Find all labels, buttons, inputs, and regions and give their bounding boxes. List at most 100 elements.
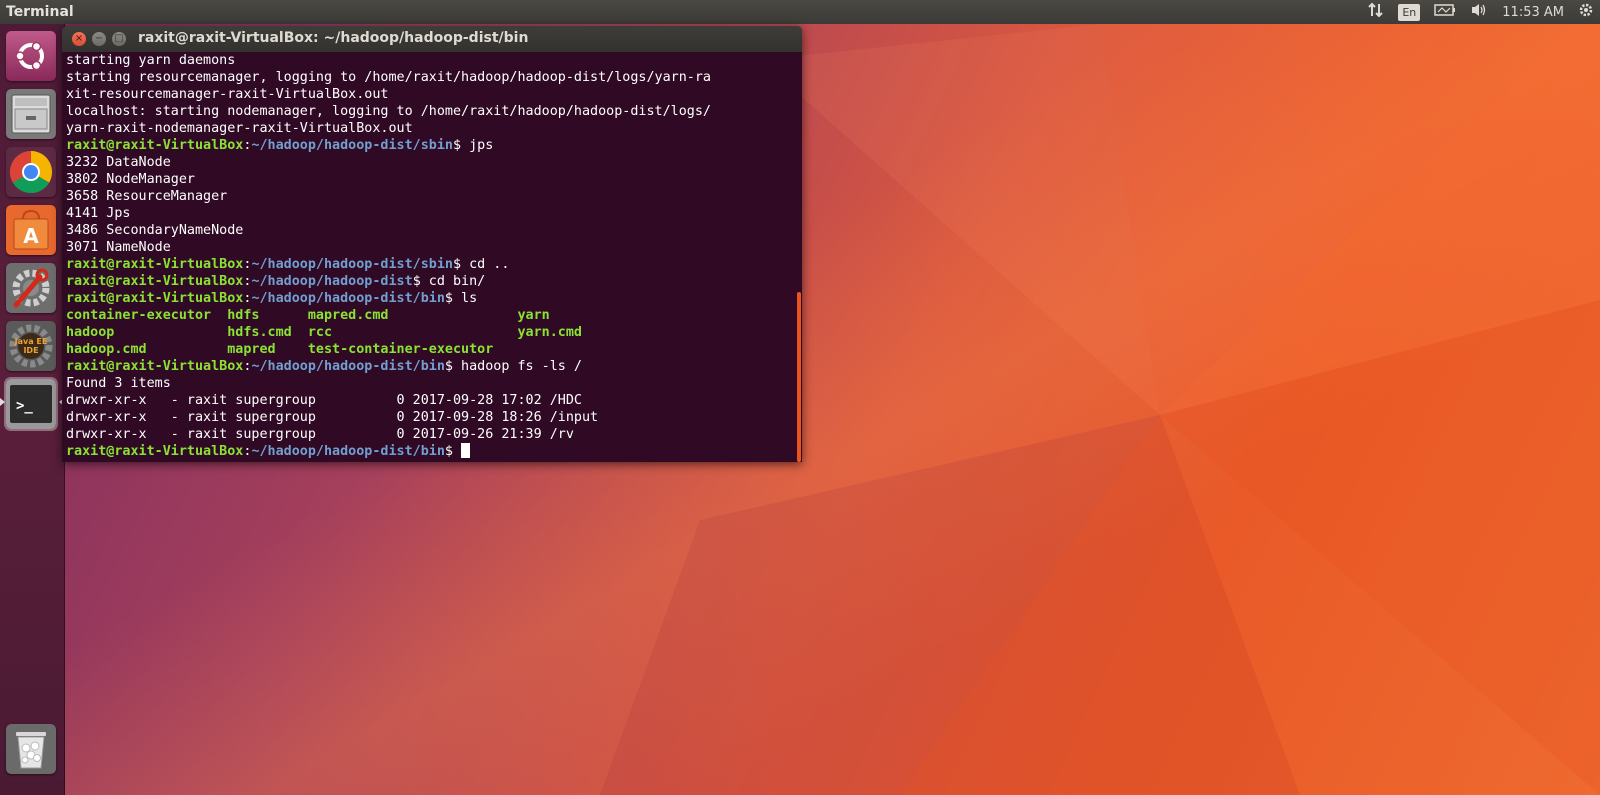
prompt-line: raxit@raxit-VirtualBox:~/hadoop/hadoop-d… bbox=[66, 273, 796, 290]
command-text: $ jps bbox=[452, 138, 494, 153]
terminal-titlebar[interactable]: × − □ raxit@raxit-VirtualBox: ~/hadoop/h… bbox=[62, 26, 802, 52]
command-text: $ cd bin/ bbox=[412, 274, 486, 289]
active-app-title: Terminal bbox=[6, 4, 74, 20]
line-text: 3232 DataNode bbox=[66, 155, 171, 170]
text-cursor bbox=[461, 443, 471, 458]
terminal-output[interactable]: starting yarn daemons starting resourcema… bbox=[66, 52, 796, 462]
output-line: 3658 ResourceManager bbox=[66, 188, 796, 205]
output-line: xit-resourcemanager-raxit-VirtualBox.out bbox=[66, 86, 796, 103]
terminal-window[interactable]: × − □ raxit@raxit-VirtualBox: ~/hadoop/h… bbox=[62, 26, 802, 462]
output-line: 3486 SecondaryNameNode bbox=[66, 222, 796, 239]
chrome-icon bbox=[6, 147, 56, 197]
line-text: container-executor hdfs mapred.cmd yarn bbox=[66, 308, 550, 323]
launcher-trash[interactable] bbox=[6, 724, 56, 774]
maximize-button[interactable]: □ bbox=[112, 32, 126, 46]
output-line: 3802 NodeManager bbox=[66, 171, 796, 188]
prompt-line: raxit@raxit-VirtualBox:~/hadoop/hadoop-d… bbox=[66, 290, 796, 307]
javaee-label-bottom: IDE bbox=[23, 346, 38, 355]
output-line: 3232 DataNode bbox=[66, 154, 796, 171]
java-ee-gear-icon: Java EE IDE bbox=[6, 321, 56, 371]
launcher-software-center[interactable]: A bbox=[6, 205, 56, 255]
ls-output-line: hadoop hdfs.cmd rcc yarn.cmd bbox=[66, 324, 796, 341]
prompt-user: raxit@raxit-VirtualBox bbox=[66, 359, 244, 374]
minimize-button[interactable]: − bbox=[92, 32, 106, 46]
launcher-chrome[interactable] bbox=[6, 147, 56, 197]
line-text: drwxr-xr-x - raxit supergroup 0 2017-09-… bbox=[66, 410, 599, 425]
output-line: drwxr-xr-x - raxit supergroup 0 2017-09-… bbox=[66, 426, 796, 443]
prompt-line: raxit@raxit-VirtualBox:~/hadoop/hadoop-d… bbox=[66, 358, 796, 375]
line-text: xit-resourcemanager-raxit-VirtualBox.out bbox=[66, 87, 389, 102]
line-text: 4141 Jps bbox=[66, 206, 131, 221]
line-text: hadoop hdfs.cmd rcc yarn.cmd bbox=[66, 325, 582, 340]
active-indicator-left bbox=[0, 398, 5, 406]
launcher-ubuntu-dash[interactable] bbox=[6, 31, 56, 81]
prompt-path: ~/hadoop/hadoop-dist bbox=[251, 274, 413, 289]
launcher: A Java EE IDE >_ bbox=[0, 24, 65, 795]
output-line: starting resourcemanager, logging to /ho… bbox=[66, 69, 796, 86]
output-line: Found 3 items bbox=[66, 375, 796, 392]
line-text: Found 3 items bbox=[66, 376, 171, 391]
output-line: drwxr-xr-x - raxit supergroup 0 2017-09-… bbox=[66, 409, 796, 426]
prompt-line: raxit@raxit-VirtualBox:~/hadoop/hadoop-d… bbox=[66, 137, 796, 154]
ls-output-line: hadoop.cmd mapred test-container-executo… bbox=[66, 341, 796, 358]
command-text: $ ls bbox=[444, 291, 478, 306]
volume-icon[interactable] bbox=[1470, 2, 1488, 22]
line-text: drwxr-xr-x - raxit supergroup 0 2017-09-… bbox=[66, 393, 582, 408]
launcher-eclipse-javaee[interactable]: Java EE IDE bbox=[6, 321, 56, 371]
line-text: yarn-raxit-nodemanager-raxit-VirtualBox.… bbox=[66, 121, 413, 136]
prompt-line: raxit@raxit-VirtualBox:~/hadoop/hadoop-d… bbox=[66, 256, 796, 273]
output-line: 3071 NameNode bbox=[66, 239, 796, 256]
line-text: localhost: starting nodemanager, logging… bbox=[66, 104, 711, 119]
command-text: $ hadoop fs -ls / bbox=[444, 359, 582, 374]
prompt-line: raxit@raxit-VirtualBox:~/hadoop/hadoop-d… bbox=[66, 443, 796, 460]
output-line: yarn-raxit-nodemanager-raxit-VirtualBox.… bbox=[66, 120, 796, 137]
svg-text:A: A bbox=[23, 224, 39, 248]
network-transfer-icon[interactable] bbox=[1368, 2, 1384, 22]
trash-icon bbox=[6, 724, 56, 774]
line-text: drwxr-xr-x - raxit supergroup 0 2017-09-… bbox=[66, 427, 574, 442]
prompt-user: raxit@raxit-VirtualBox bbox=[66, 274, 244, 289]
prompt-path: ~/hadoop/hadoop-dist/bin bbox=[251, 359, 445, 374]
command-text: $ bbox=[444, 444, 462, 459]
close-button[interactable]: × bbox=[72, 32, 86, 46]
prompt-path: ~/hadoop/hadoop-dist/bin bbox=[251, 291, 445, 306]
file-cabinet-icon bbox=[6, 89, 56, 139]
prompt-user: raxit@raxit-VirtualBox bbox=[66, 444, 244, 459]
top-panel: Terminal En 11:53 AM bbox=[0, 0, 1600, 24]
terminal-icon: >_ bbox=[6, 379, 56, 429]
ls-output-line: container-executor hdfs mapred.cmd yarn bbox=[66, 307, 796, 324]
wrench-gear-icon bbox=[6, 263, 56, 313]
command-text: $ cd .. bbox=[452, 257, 510, 272]
launcher-files[interactable] bbox=[6, 89, 56, 139]
prompt-user: raxit@raxit-VirtualBox bbox=[66, 257, 244, 272]
window-title: raxit@raxit-VirtualBox: ~/hadoop/hadoop-… bbox=[138, 30, 529, 46]
line-text: 3486 SecondaryNameNode bbox=[66, 223, 244, 238]
output-line: drwxr-xr-x - raxit supergroup 0 2017-09-… bbox=[66, 392, 796, 409]
line-text: 3802 NodeManager bbox=[66, 172, 195, 187]
output-line: starting yarn daemons bbox=[66, 52, 796, 69]
line-text: 3071 NameNode bbox=[66, 240, 171, 255]
line-text: 3658 ResourceManager bbox=[66, 189, 228, 204]
ubuntu-logo-icon bbox=[6, 31, 56, 81]
indicator-area: En 11:53 AM bbox=[1368, 0, 1594, 24]
prompt-path: ~/hadoop/hadoop-dist/sbin bbox=[251, 138, 453, 153]
line-text: hadoop.cmd mapred test-container-executo… bbox=[66, 342, 494, 357]
line-text: starting resourcemanager, logging to /ho… bbox=[66, 70, 711, 85]
prompt-path: ~/hadoop/hadoop-dist/bin bbox=[251, 444, 445, 459]
prompt-path: ~/hadoop/hadoop-dist/sbin bbox=[251, 257, 453, 272]
prompt-user: raxit@raxit-VirtualBox bbox=[66, 138, 244, 153]
keyboard-layout-icon[interactable]: En bbox=[1398, 3, 1421, 21]
output-line: localhost: starting nodemanager, logging… bbox=[66, 103, 796, 120]
javaee-label-top: Java EE bbox=[14, 337, 48, 346]
clock[interactable]: 11:53 AM bbox=[1502, 5, 1564, 20]
settings-gear-icon[interactable] bbox=[1578, 2, 1594, 22]
battery-icon[interactable] bbox=[1434, 3, 1456, 21]
launcher-system-settings[interactable] bbox=[6, 263, 56, 313]
terminal-scrollbar[interactable] bbox=[797, 292, 801, 462]
shopping-bag-icon: A bbox=[6, 205, 56, 255]
output-line: 4141 Jps bbox=[66, 205, 796, 222]
launcher-terminal[interactable]: >_ bbox=[6, 379, 56, 429]
prompt-user: raxit@raxit-VirtualBox bbox=[66, 291, 244, 306]
line-text: starting yarn daemons bbox=[66, 53, 236, 68]
terminal-glyph: >_ bbox=[16, 398, 33, 414]
